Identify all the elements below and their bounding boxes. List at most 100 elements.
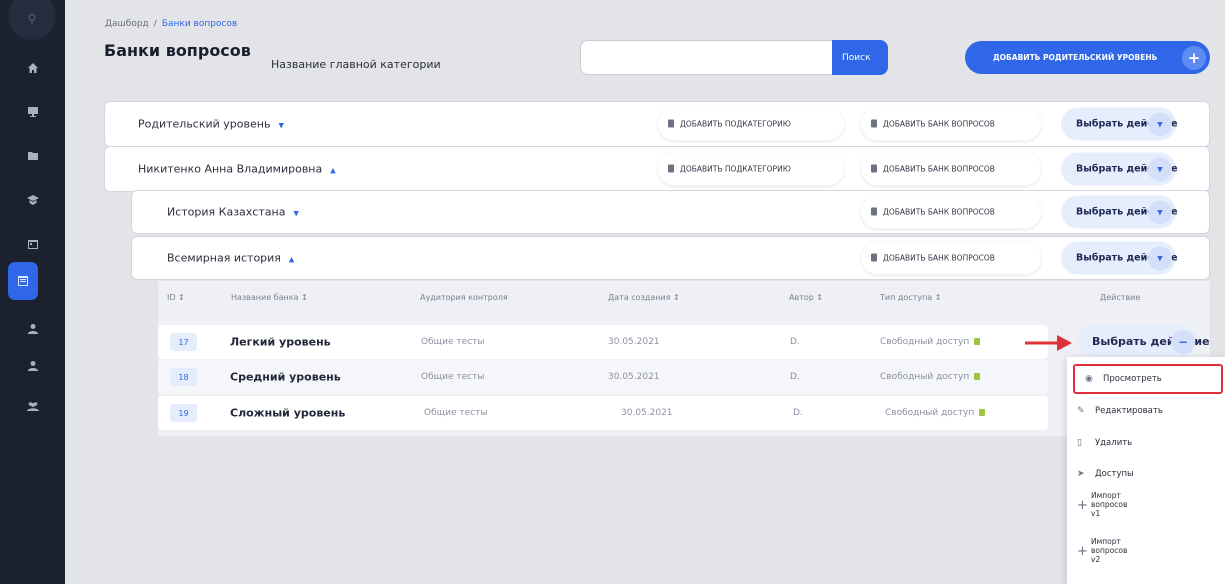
document-icon	[871, 253, 877, 262]
category-name[interactable]: История Казахстана ▼	[167, 206, 299, 219]
add-question-bank-button[interactable]: ДОБАВИТЬ БАНК ВОПРОСОВ	[861, 195, 1041, 229]
select-action-button[interactable]: Выбрать действие −	[1078, 325, 1210, 358]
monitor-icon[interactable]	[0, 94, 65, 130]
category-name[interactable]: Родительский уровень ▼	[138, 118, 284, 131]
category-label: Всемирная история	[167, 251, 281, 265]
chevron-down-icon: ▼	[1148, 246, 1172, 271]
column-header-author[interactable]: Автор ↕	[789, 293, 823, 302]
lock-icon	[974, 373, 981, 380]
chevron-down-icon: ▼	[1148, 112, 1172, 137]
row-id: 18	[170, 368, 197, 386]
caret-up-icon: ▲	[330, 166, 336, 175]
menu-item-label-line: Импорт	[1091, 537, 1121, 546]
pencil-icon: ✎	[1077, 406, 1085, 416]
action-dropdown-menu: ◉ Просмотреть ✎ Редактировать ▯ Удалить ➤ До…	[1067, 357, 1225, 584]
breadcrumb-current[interactable]: Банки вопросов	[162, 19, 237, 29]
breadcrumb-home[interactable]: Дашборд	[105, 19, 149, 29]
column-header-name[interactable]: Название банка ↕	[231, 293, 308, 302]
add-parent-level-label: ДОБАВИТЬ РОДИТЕЛЬСКИЙ УРОВЕНЬ	[993, 53, 1158, 62]
graduation-cap-icon[interactable]	[0, 182, 65, 218]
access-type-label: Свободный доступ	[880, 337, 970, 347]
bank-name[interactable]: Легкий уровень	[230, 336, 331, 349]
add-subcategory-label: ДОБАВИТЬ ПОДКАТЕГОРИЮ	[680, 119, 791, 129]
search-label: Название главной категории	[271, 58, 441, 71]
category-label: История Казахстана	[167, 205, 286, 219]
menu-item-label: Удалить	[1095, 438, 1133, 448]
add-question-bank-button[interactable]: ДОБАВИТЬ БАНК ВОПРОСОВ	[861, 107, 1041, 141]
add-question-bank-label: ДОБАВИТЬ БАНК ВОПРОСОВ	[883, 119, 995, 129]
add-question-bank-button[interactable]: ДОБАВИТЬ БАНК ВОПРОСОВ	[861, 152, 1041, 186]
calendar-icon[interactable]	[0, 226, 65, 262]
menu-item-edit[interactable]: ✎ Редактировать	[1067, 401, 1225, 421]
row-id: 19	[170, 404, 197, 422]
search-button[interactable]: Поиск	[832, 40, 888, 75]
chevron-down-icon: ▼	[1148, 200, 1172, 225]
page-title: Банки вопросов	[104, 41, 251, 60]
audience: Общие тесты	[421, 337, 485, 347]
trash-icon: ▯	[1077, 438, 1082, 448]
chevron-down-icon: ▼	[1148, 157, 1172, 182]
search-icon[interactable]: ⚲	[8, 0, 56, 40]
audience: Общие тесты	[424, 408, 488, 418]
lock-icon	[979, 409, 986, 416]
category-name[interactable]: Всемирная история ▲	[167, 252, 294, 265]
document-icon	[668, 119, 674, 128]
select-action-button[interactable]: Выбрать действие ▼	[1061, 152, 1178, 186]
select-action-button[interactable]: Выбрать действие ▼	[1061, 241, 1178, 275]
category-name[interactable]: Никитенко Анна Владимировна ▲	[138, 163, 336, 176]
menu-item-label-line: Импорт	[1091, 491, 1121, 500]
folder-icon[interactable]	[0, 138, 65, 174]
author: D.	[790, 337, 800, 347]
subcategory-row: Всемирная история ▲ ДОБАВИТЬ БАНК ВОПРОСО…	[131, 236, 1210, 280]
menu-item-access[interactable]: ➤ Доступы	[1067, 464, 1225, 484]
menu-item-label-line: вопросов	[1091, 500, 1128, 509]
lock-icon	[974, 338, 981, 345]
column-header-access[interactable]: Тип доступа ↕	[880, 293, 941, 302]
menu-item-label-line: v1	[1091, 509, 1101, 518]
eye-icon: ◉	[1085, 374, 1093, 384]
category-row: Никитенко Анна Владимировна ▲ ДОБАВИТЬ ПО…	[104, 146, 1210, 192]
add-question-bank-label: ДОБАВИТЬ БАНК ВОПРОСОВ	[883, 164, 995, 174]
add-subcategory-button[interactable]: ДОБАВИТЬ ПОДКАТЕГОРИЮ	[658, 152, 844, 186]
home-icon[interactable]	[0, 50, 65, 86]
chevron-up-icon: −	[1171, 330, 1195, 354]
add-question-bank-button[interactable]: ДОБАВИТЬ БАНК ВОПРОСОВ	[861, 241, 1041, 275]
user-icon[interactable]	[0, 311, 65, 347]
column-header-id[interactable]: ID ↕	[167, 293, 185, 302]
column-header-date[interactable]: Дата создания ↕	[608, 293, 680, 302]
created-date: 30.05.2021	[621, 408, 673, 418]
menu-item-label-line: вопросов	[1091, 546, 1128, 555]
add-parent-level-button[interactable]: ДОБАВИТЬ РОДИТЕЛЬСКИЙ УРОВЕНЬ +	[965, 41, 1210, 74]
plus-icon: +	[1077, 544, 1088, 559]
menu-item-import-v1[interactable]: + Импорт вопросов v1	[1077, 491, 1127, 518]
table-row: 17 Легкий уровень Общие тесты 30.05.2021…	[158, 325, 1048, 359]
add-subcategory-button[interactable]: ДОБАВИТЬ ПОДКАТЕГОРИЮ	[658, 107, 844, 141]
question-bank-icon[interactable]	[8, 262, 38, 300]
document-icon	[668, 164, 674, 173]
annotation-arrow	[1025, 335, 1072, 351]
created-date: 30.05.2021	[608, 372, 660, 382]
bank-name[interactable]: Средний уровень	[230, 371, 341, 384]
menu-item-label: Просмотреть	[1103, 374, 1162, 384]
search-input[interactable]	[580, 40, 833, 75]
bank-name[interactable]: Сложный уровень	[230, 407, 345, 420]
menu-item-delete[interactable]: ▯ Удалить	[1067, 433, 1225, 453]
access-type-label: Свободный доступ	[885, 408, 975, 418]
menu-item-import-v2[interactable]: + Импорт вопросов v2	[1077, 537, 1127, 564]
select-action-button[interactable]: Выбрать действие ▼	[1061, 195, 1178, 229]
menu-item-label-line: v2	[1091, 555, 1101, 564]
breadcrumb-separator: /	[153, 19, 157, 29]
author: D.	[790, 372, 800, 382]
menu-item-view[interactable]: ◉ Просмотреть	[1073, 364, 1223, 394]
users-icon[interactable]	[0, 388, 65, 424]
column-header-audience: Аудитория контроля	[420, 293, 508, 302]
sidebar: ⚲	[0, 0, 65, 584]
document-icon	[871, 207, 877, 216]
user-icon[interactable]	[0, 348, 65, 384]
created-date: 30.05.2021	[608, 337, 660, 347]
access-type: Свободный доступ	[880, 372, 981, 382]
category-row: Родительский уровень ▼ ДОБАВИТЬ ПОДКАТЕГО…	[104, 101, 1210, 147]
add-question-bank-label: ДОБАВИТЬ БАНК ВОПРОСОВ	[883, 207, 995, 217]
row-id: 17	[170, 333, 197, 351]
select-action-button[interactable]: Выбрать действие ▼	[1061, 107, 1178, 141]
